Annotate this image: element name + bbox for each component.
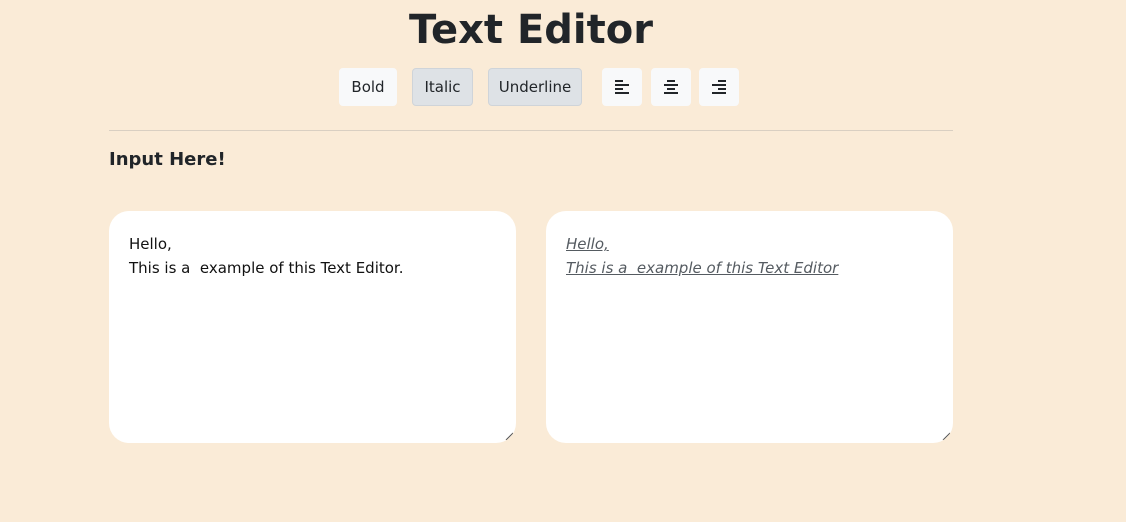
align-center-icon	[664, 80, 678, 94]
page-title: Text Editor	[409, 7, 653, 53]
bold-button[interactable]: Bold	[339, 68, 397, 106]
divider	[109, 130, 953, 131]
input-section-label: Input Here!	[109, 149, 226, 170]
input-panel: Hello, This is a example of this Text Ed…	[109, 211, 516, 443]
resize-handle-icon[interactable]	[504, 431, 514, 441]
italic-button[interactable]: Italic	[412, 68, 473, 106]
align-center-button[interactable]	[651, 68, 691, 106]
underline-button[interactable]: Underline	[488, 68, 582, 106]
input-textarea[interactable]: Hello, This is a example of this Text Ed…	[109, 211, 516, 443]
align-right-icon	[712, 80, 726, 94]
align-left-button[interactable]	[602, 68, 642, 106]
align-right-button[interactable]	[699, 68, 739, 106]
resize-handle-icon[interactable]	[941, 431, 951, 441]
output-preview-textarea[interactable]: Hello, This is a example of this Text Ed…	[546, 211, 953, 443]
output-panel: Hello, This is a example of this Text Ed…	[546, 211, 953, 443]
align-left-icon	[615, 80, 629, 94]
